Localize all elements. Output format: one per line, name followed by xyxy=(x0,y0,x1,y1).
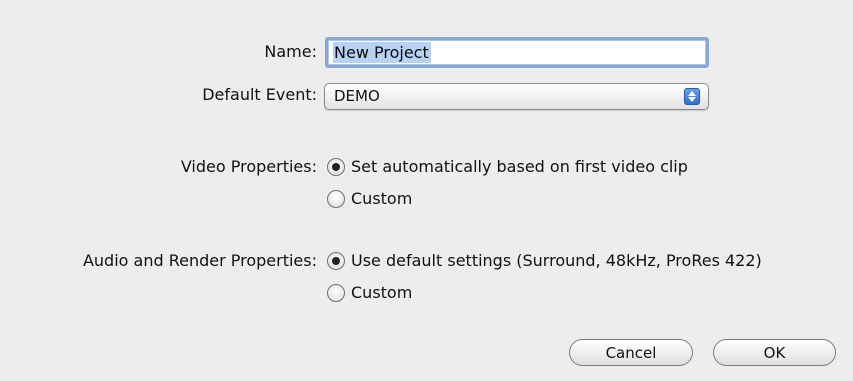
video-auto-label: Set automatically based on first video c… xyxy=(351,157,688,176)
radio-unselected-icon[interactable] xyxy=(327,189,345,208)
video-properties-label: Video Properties: xyxy=(180,157,317,176)
name-field[interactable]: New Project xyxy=(325,37,709,68)
name-field-value: New Project xyxy=(333,42,431,63)
audio-render-properties-label: Audio and Render Properties: xyxy=(82,251,317,270)
audio-custom-option[interactable]: Custom xyxy=(327,283,412,302)
radio-unselected-icon[interactable] xyxy=(327,283,345,302)
radio-selected-icon[interactable] xyxy=(327,157,345,176)
audio-default-label: Use default settings (Surround, 48kHz, P… xyxy=(351,251,762,270)
default-event-select[interactable]: DEMO xyxy=(324,83,709,110)
audio-default-option[interactable]: Use default settings (Surround, 48kHz, P… xyxy=(327,251,762,270)
new-project-dialog: Name: New Project Default Event: DEMO Vi… xyxy=(0,0,853,381)
video-auto-option[interactable]: Set automatically based on first video c… xyxy=(327,157,688,176)
audio-custom-label: Custom xyxy=(351,283,413,302)
ok-button[interactable]: OK xyxy=(713,339,836,366)
video-custom-label: Custom xyxy=(351,189,413,208)
up-down-arrows-icon xyxy=(684,88,700,105)
default-event-label: Default Event: xyxy=(202,85,317,104)
name-label: Name: xyxy=(264,42,317,61)
cancel-button[interactable]: Cancel xyxy=(569,339,693,366)
radio-selected-icon[interactable] xyxy=(327,251,345,270)
video-custom-option[interactable]: Custom xyxy=(327,189,412,208)
default-event-value: DEMO xyxy=(334,87,380,105)
